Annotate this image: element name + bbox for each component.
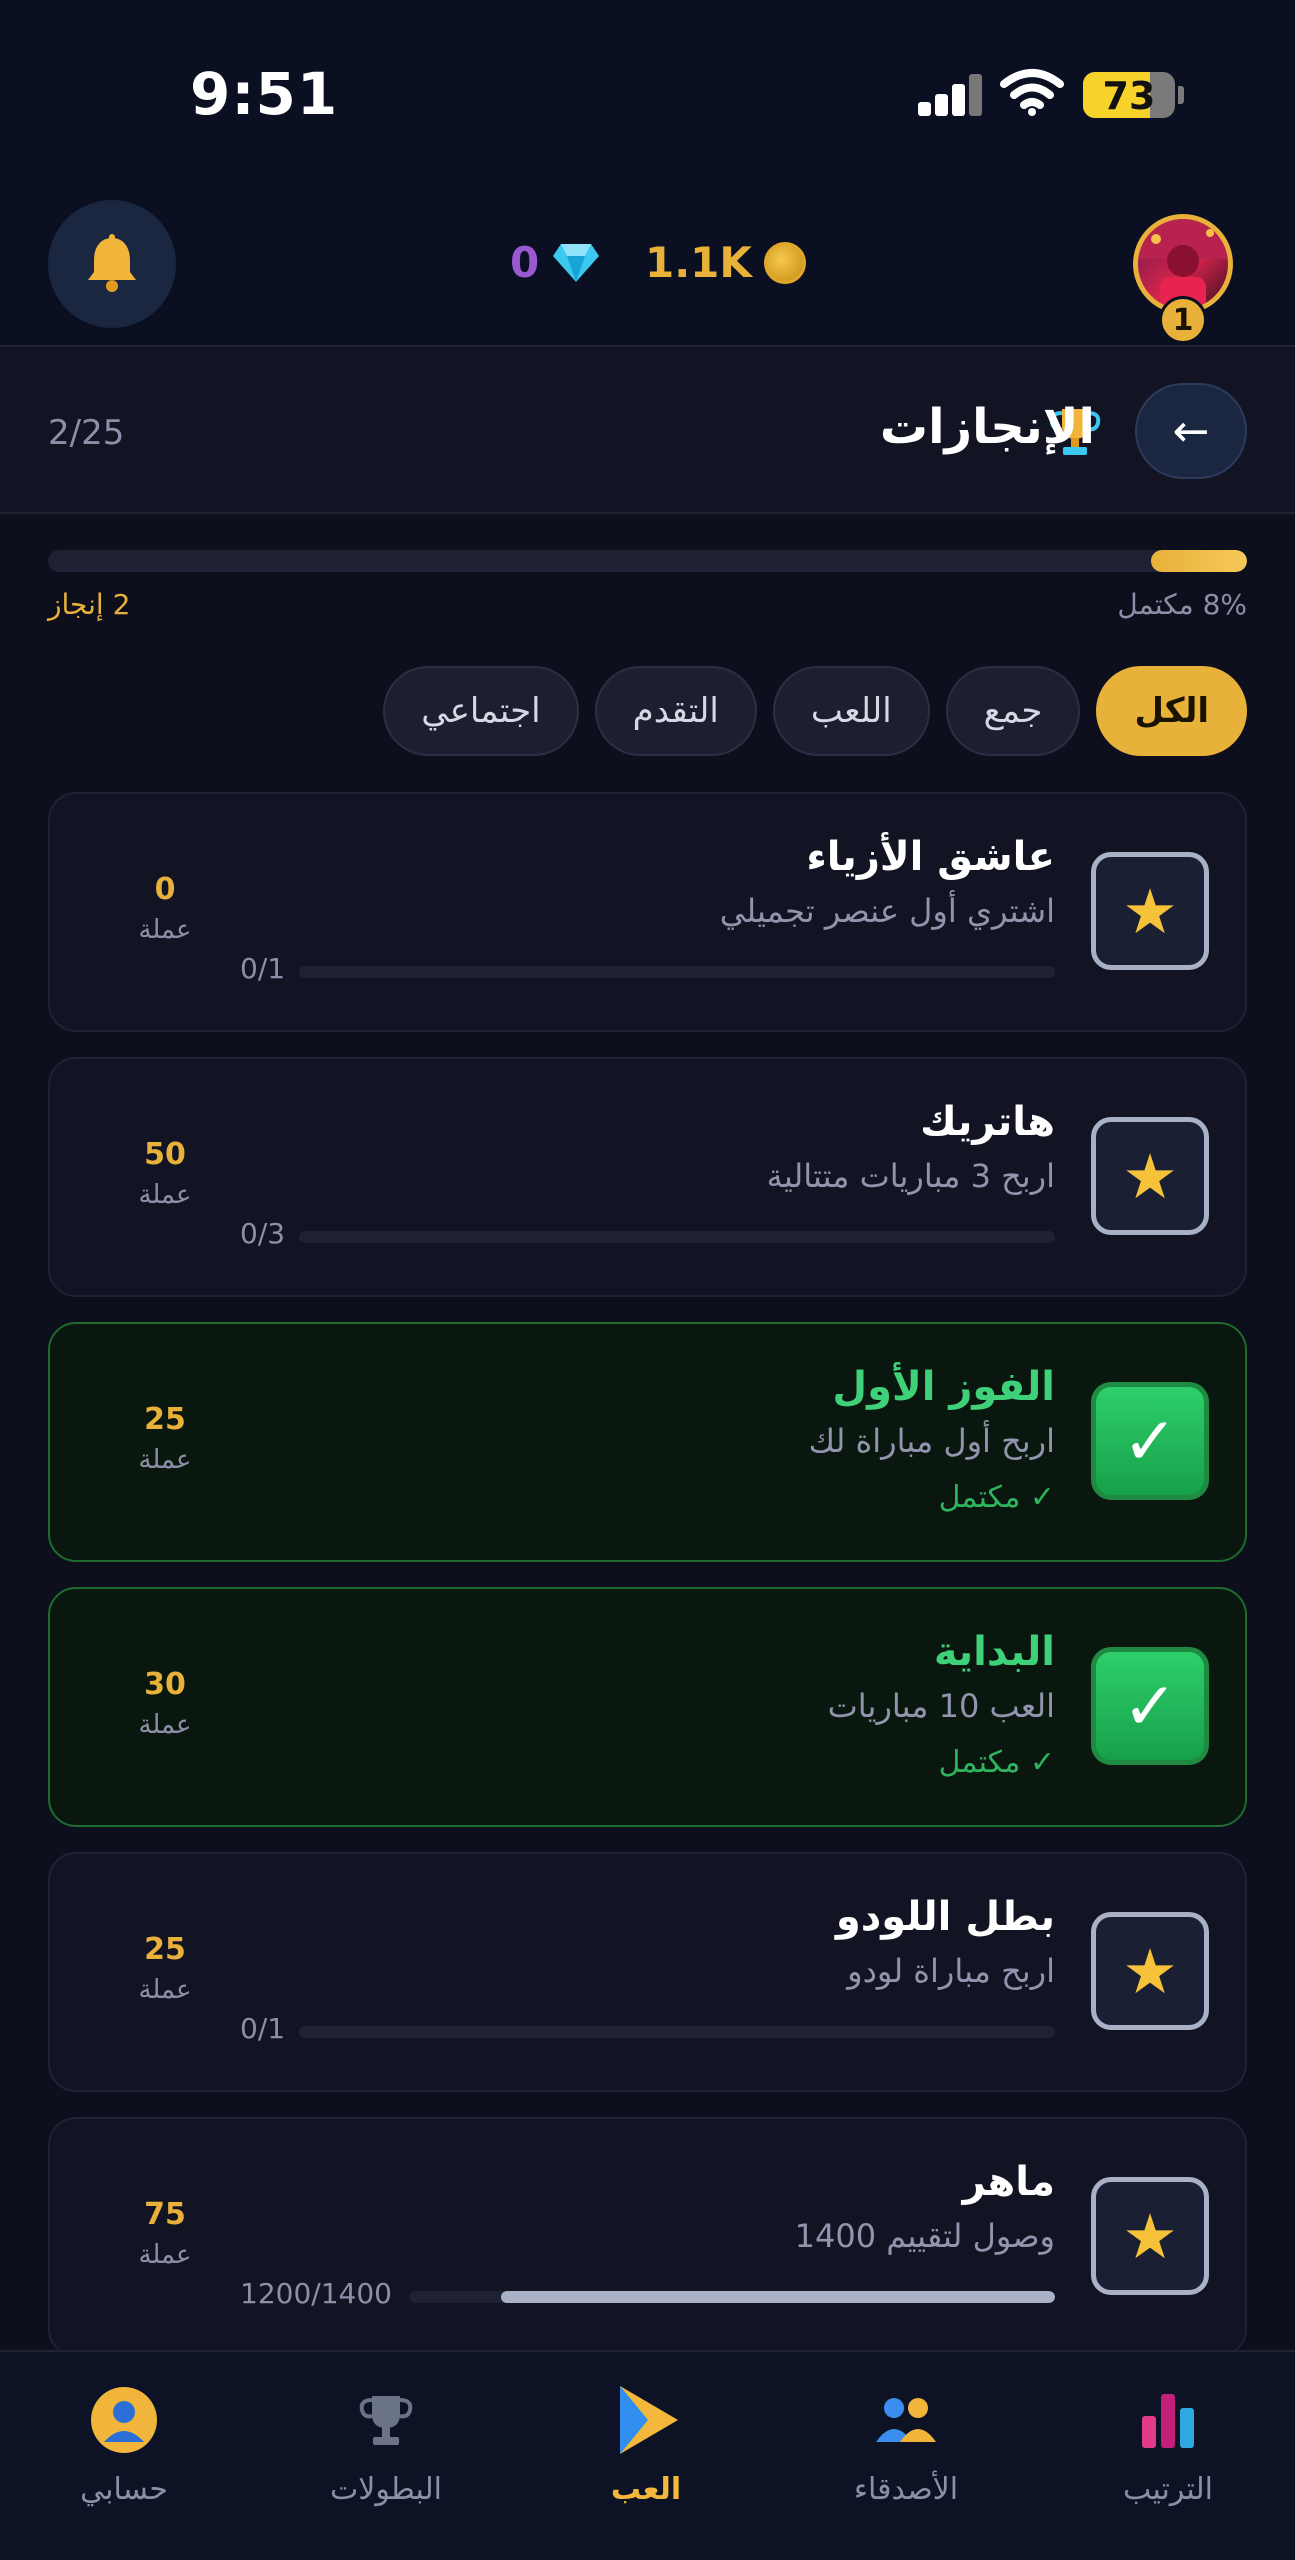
bottom-nav: حسابي البطولات العب الأصدقاء الترتيب (0, 2350, 1295, 2560)
nav-friends[interactable]: الأصدقاء (806, 2380, 1006, 2507)
star-icon: ★ (1122, 1934, 1178, 2008)
filter-progress[interactable]: التقدم (594, 666, 757, 756)
coins-counter[interactable]: 1.1K (645, 238, 806, 287)
nav-tournaments[interactable]: البطولات (286, 2380, 486, 2507)
reward-value: 30 (144, 1667, 186, 1702)
back-button[interactable]: ← (1135, 383, 1247, 479)
completed-status: ✓ مكتمل (938, 1480, 1055, 1515)
filter-collect[interactable]: جمع (945, 666, 1081, 756)
reward-unit: عملة (138, 915, 192, 945)
check-icon: ✓ (1122, 1402, 1178, 1480)
achievement-progress-bar (409, 2291, 1055, 2303)
coin-icon (763, 241, 806, 284)
top-header: 0 1.1K 1 (0, 190, 1295, 347)
leaderboard-icon (1142, 2394, 1194, 2448)
filter-social[interactable]: اجتماعي (383, 666, 579, 756)
achievement-card[interactable]: ★ هاتريك اربح 3 مباريات متتالية 0/3 50 ع… (48, 1057, 1247, 1297)
achievement-card-completed[interactable]: ✓ البداية العب 10 مباريات ✓ مكتمل 30 عمل… (48, 1587, 1247, 1827)
achievement-progress: 0/1 (240, 2012, 286, 2045)
status-time: 9:51 (190, 60, 339, 128)
achievement-description: وصول لتقييم 1400 (794, 2217, 1055, 2255)
status-bar: 9:51 73 (0, 0, 1295, 190)
achievement-progress: 0/1 (240, 952, 286, 985)
page-title: الإنجازات (879, 399, 1095, 455)
achievement-card[interactable]: ★ عاشق الأزياء اشتري أول عنصر تجميلي 0/1… (48, 792, 1247, 1032)
progress-percent: 8% مكتمل (1117, 588, 1247, 621)
signal-icon (918, 72, 984, 116)
overall-progress-bar (48, 550, 1247, 572)
reward-value: 0 (154, 872, 176, 907)
reward-unit: عملة (138, 1180, 192, 1210)
achievement-reward: 50 عملة (110, 1137, 220, 1210)
achievement-title: عاشق الأزياء (806, 834, 1055, 880)
trophy-icon (359, 2396, 413, 2445)
achievement-progress: 0/3 (240, 1217, 286, 1250)
check-icon: ✓ (1122, 1667, 1178, 1745)
nav-label: العب (610, 2472, 682, 2507)
reward-value: 25 (144, 1932, 186, 1967)
gems-value: 0 (510, 238, 540, 287)
nav-play[interactable]: العب (546, 2380, 746, 2507)
reward-unit: عملة (138, 1445, 192, 1475)
achievement-description: العب 10 مباريات (827, 1687, 1055, 1725)
achievement-reward: 25 عملة (110, 1402, 220, 1475)
nav-label: الأصدقاء (853, 2472, 959, 2507)
achievement-progress: 1200/1400 (240, 2277, 392, 2310)
reward-unit: عملة (138, 2240, 192, 2270)
gem-icon (553, 243, 600, 282)
achievement-title: الفوز الأول (832, 1364, 1055, 1410)
achievement-title: ماهر (962, 2159, 1055, 2205)
reward-unit: عملة (138, 1710, 192, 1740)
achievement-description: اشتري أول عنصر تجميلي (719, 892, 1055, 930)
achievement-reward: 25 عملة (110, 1932, 220, 2005)
reward-value: 75 (144, 2197, 186, 2232)
completed-status: ✓ مكتمل (938, 1745, 1055, 1780)
star-icon: ★ (1122, 1139, 1178, 1213)
overall-progress-fill (1151, 550, 1247, 572)
nav-leaderboard[interactable]: الترتيب (1068, 2380, 1268, 2507)
battery-level: 73 (1102, 74, 1156, 118)
achievement-progress-bar (299, 966, 1055, 978)
achievement-progress-bar (299, 1231, 1055, 1243)
reward-value: 25 (144, 1402, 186, 1437)
play-icon (620, 2386, 678, 2454)
achievement-reward: 30 عملة (110, 1667, 220, 1740)
achievement-counter: 2/25 (48, 413, 125, 453)
reward-value: 50 (144, 1137, 186, 1172)
nav-label: البطولات (330, 2472, 442, 2507)
page-header: ← الإنجازات 2/25 (0, 349, 1295, 514)
level-badge: 1 (1159, 296, 1207, 344)
nav-label: الترتيب (1123, 2472, 1213, 2507)
notifications-button[interactable] (48, 200, 176, 328)
achievement-description: اربح أول مباراة لك (808, 1422, 1055, 1460)
achievement-title: بطل اللودو (835, 1894, 1055, 1940)
wifi-icon (1000, 69, 1064, 116)
filter-play[interactable]: اللعب (772, 666, 930, 756)
filter-chips: الكل جمع اللعب التقدم اجتماعي (383, 666, 1247, 756)
nav-label: حسابي (80, 2472, 168, 2507)
bell-icon (88, 234, 136, 292)
coins-value: 1.1K (645, 238, 752, 287)
achievement-title: البداية (933, 1629, 1055, 1675)
achievement-card[interactable]: ★ بطل اللودو اربح مباراة لودو 0/1 25 عمل… (48, 1852, 1247, 2092)
star-icon: ★ (1122, 2199, 1178, 2273)
achievement-progress-bar (299, 2026, 1055, 2038)
achievement-count: 2 إنجاز (48, 588, 131, 621)
achievement-reward: 75 عملة (110, 2197, 220, 2270)
achievement-card[interactable]: ★ ماهر وصول لتقييم 1400 1200/1400 75 عمل… (48, 2117, 1247, 2357)
achievement-title: هاتريك (920, 1099, 1055, 1145)
friends-icon (876, 2398, 936, 2442)
star-icon: ★ (1122, 874, 1178, 948)
reward-unit: عملة (138, 1975, 192, 2005)
nav-profile[interactable]: حسابي (24, 2380, 224, 2507)
battery-icon: 73 (1083, 72, 1175, 118)
achievement-description: اربح مباراة لودو (847, 1952, 1055, 1990)
achievement-reward: 0 عملة (110, 872, 220, 945)
achievement-card-completed[interactable]: ✓ الفوز الأول اربح أول مباراة لك ✓ مكتمل… (48, 1322, 1247, 1562)
gems-counter[interactable]: 0 (510, 238, 601, 287)
filter-all[interactable]: الكل (1096, 666, 1247, 756)
profile-icon (91, 2387, 157, 2453)
achievement-description: اربح 3 مباريات متتالية (766, 1157, 1055, 1195)
